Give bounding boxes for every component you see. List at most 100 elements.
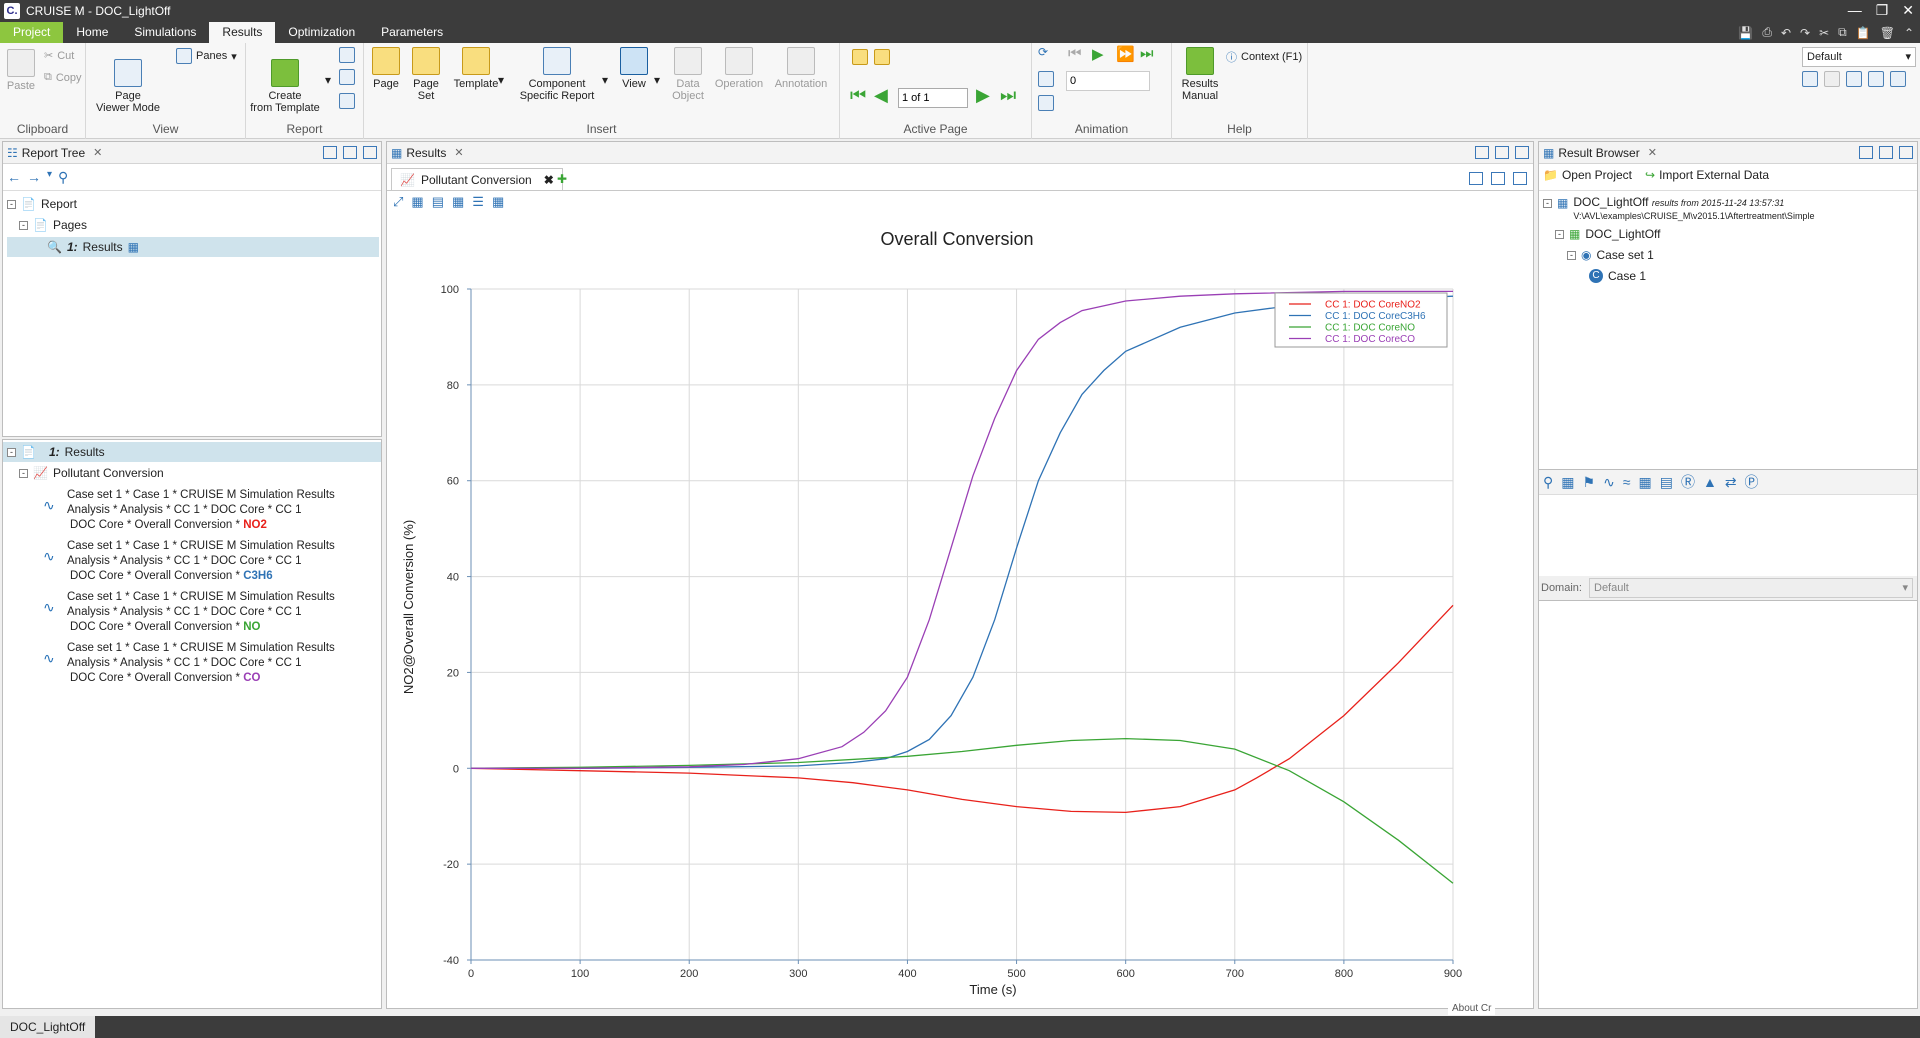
chevron-down-icon[interactable]: ▾ [654,73,660,87]
play-icon[interactable]: ▶ [1092,45,1104,63]
tree-item-results[interactable]: - 📄 1: Results [3,442,381,462]
print-icon[interactable] [339,93,355,109]
split-pane-icon[interactable] [1879,146,1893,159]
component-report-button[interactable]: Component Specific Report [512,47,602,102]
new-tab-icon[interactable]: ✚ [557,172,567,186]
save-icon[interactable]: 💾 [1738,26,1753,40]
close-icon[interactable]: ✕ [93,146,102,159]
export-icon[interactable] [339,47,355,63]
tab-home[interactable]: Home [63,22,121,43]
chevron-down-icon[interactable]: ▾ [602,73,608,87]
layers-icon[interactable]: ▤ [1660,474,1673,491]
close-icon[interactable]: ✕ [1902,2,1914,19]
import-external-data-button[interactable]: ↪ Import External Data [1645,168,1769,182]
tab-project[interactable]: Project [0,22,64,43]
surface-icon[interactable]: ▲ [1703,474,1717,490]
step-icon[interactable] [1038,71,1054,87]
project-tab[interactable]: DOC_LightOff [0,1016,96,1038]
minimize-pane-icon[interactable] [323,146,337,159]
insert-template-button[interactable]: Template [448,47,504,90]
chevron-down-icon[interactable]: ▾ [325,73,331,87]
tab-optimization[interactable]: Optimization [275,22,368,43]
copy-button[interactable]: ⧉ Copy [44,71,82,84]
add-page-icon[interactable] [852,49,868,65]
insert-page-button[interactable]: Page [368,47,404,90]
lock-icon[interactable] [874,49,890,65]
open-project-button[interactable]: 📁 Open Project [1543,168,1632,182]
operation-button[interactable]: Operation [712,47,766,90]
layout-select[interactable]: Default ▾ [1802,47,1916,67]
undo-icon[interactable]: ↶ [1781,26,1791,40]
first-page-icon[interactable]: ⏮ [850,85,866,106]
curve-entry-no2[interactable]: Case set 1 * Case 1 * CRUISE M Simulatio… [67,488,367,533]
collapse-icon[interactable]: - [7,447,16,457]
minimize-icon[interactable]: — [1848,2,1862,19]
minimize-pane-icon[interactable] [1475,146,1489,159]
curve-entry-c3h6[interactable]: Case set 1 * Case 1 * CRUISE M Simulatio… [67,539,367,584]
panes-dropdown[interactable]: Panes ▾ [176,48,237,64]
maximize-pane-icon[interactable] [363,146,377,159]
skip-end-icon[interactable]: ⏭ [1140,45,1154,62]
tree-item-report[interactable]: - 📄 Report [7,197,77,211]
minimize-pane-icon[interactable] [1859,146,1873,159]
map-filter-icon[interactable]: ▦ [1638,474,1651,491]
split-pane-icon[interactable] [343,146,357,159]
close-icon[interactable]: ✕ [1648,146,1657,159]
layout-3-icon[interactable] [1846,71,1862,87]
search-icon[interactable]: ⚲ [58,169,68,186]
fit-view-icon[interactable] [1469,172,1483,185]
results-manual-button[interactable]: Results Manual [1174,47,1226,102]
create-from-template-button[interactable]: Create from Template [246,47,324,114]
cut-button[interactable]: ✂ Cut [44,49,74,63]
data-object-button[interactable]: Data Object [668,47,708,102]
page-number-field[interactable] [898,88,968,108]
tree-item-case[interactable]: C Case 1 [1589,269,1646,283]
collapse-icon[interactable]: - [1543,199,1552,208]
collapse-ribbon-icon[interactable]: ⌃ [1904,26,1914,40]
insert-view-button[interactable]: View [614,47,654,90]
tree-item-pages[interactable]: - 📄 Pages [19,218,87,232]
insert-page-set-button[interactable]: Page Set [408,47,444,102]
collapse-icon[interactable]: - [7,199,16,209]
transfer-icon[interactable]: ⇄ [1725,474,1737,491]
paste-button[interactable]: Paste [4,49,38,92]
cut-icon[interactable]: ✂ [1819,26,1829,40]
split-horizontal-icon[interactable] [1491,172,1505,185]
back-icon[interactable]: ← [7,169,21,186]
split-pane-icon[interactable] [1495,146,1509,159]
chart-legend[interactable]: CC 1: DOC CoreNO2CC 1: DOC CoreC3H6CC 1:… [1274,292,1448,348]
collapse-icon[interactable]: - [1555,229,1564,239]
fast-forward-icon[interactable]: ⏩ [1116,45,1135,63]
context-help-button[interactable]: ⓘ Context (F1) [1226,49,1302,65]
split-vertical-icon[interactable] [1513,172,1527,185]
print-icon[interactable]: ⎙ [1762,25,1772,40]
delete-icon[interactable]: 🗑 [1880,26,1895,40]
rewind-start-icon[interactable]: ⏮ [1068,45,1082,62]
collapse-icon[interactable]: - [19,220,28,230]
gridlines-icon[interactable]: ▦ [492,194,504,210]
range-icon[interactable] [1038,95,1054,111]
fit-icon[interactable]: ⤢ [393,194,403,210]
curve-entry-no[interactable]: Case set 1 * Case 1 * CRUISE M Simulatio… [67,590,367,635]
previous-page-icon[interactable]: ◀ [874,85,888,106]
r-filter-icon[interactable]: Ⓡ [1681,472,1695,492]
tree-item-case-set[interactable]: - ◉ Case set 1 [1567,248,1654,262]
collapse-icon[interactable]: - [1567,250,1576,260]
collapse-icon[interactable]: - [19,468,28,478]
list-icon[interactable]: ☰ [472,194,484,210]
import-icon[interactable] [339,69,355,85]
paste-icon[interactable]: 📋 [1856,26,1871,40]
p-filter-icon[interactable]: Ⓟ [1745,472,1759,492]
chevron-down-icon[interactable]: ▾ [498,73,504,87]
annotation-button[interactable]: Annotation [770,47,832,90]
chevron-down-icon[interactable]: ▾ [47,169,52,186]
tab-pollutant-conversion[interactable]: 📈 Pollutant Conversion ✖ [391,168,563,190]
copy-icon[interactable]: ⧉ [1838,25,1847,40]
axis-icon[interactable]: ▤ [432,194,444,210]
next-page-icon[interactable]: ▶ [976,85,990,106]
layout-4-icon[interactable] [1868,71,1884,87]
redo-icon[interactable]: ↷ [1800,26,1810,40]
flag-icon[interactable]: ⚑ [1583,474,1596,491]
close-icon[interactable]: ✕ [454,146,463,159]
domain-select[interactable]: Default ▾ [1589,578,1913,598]
